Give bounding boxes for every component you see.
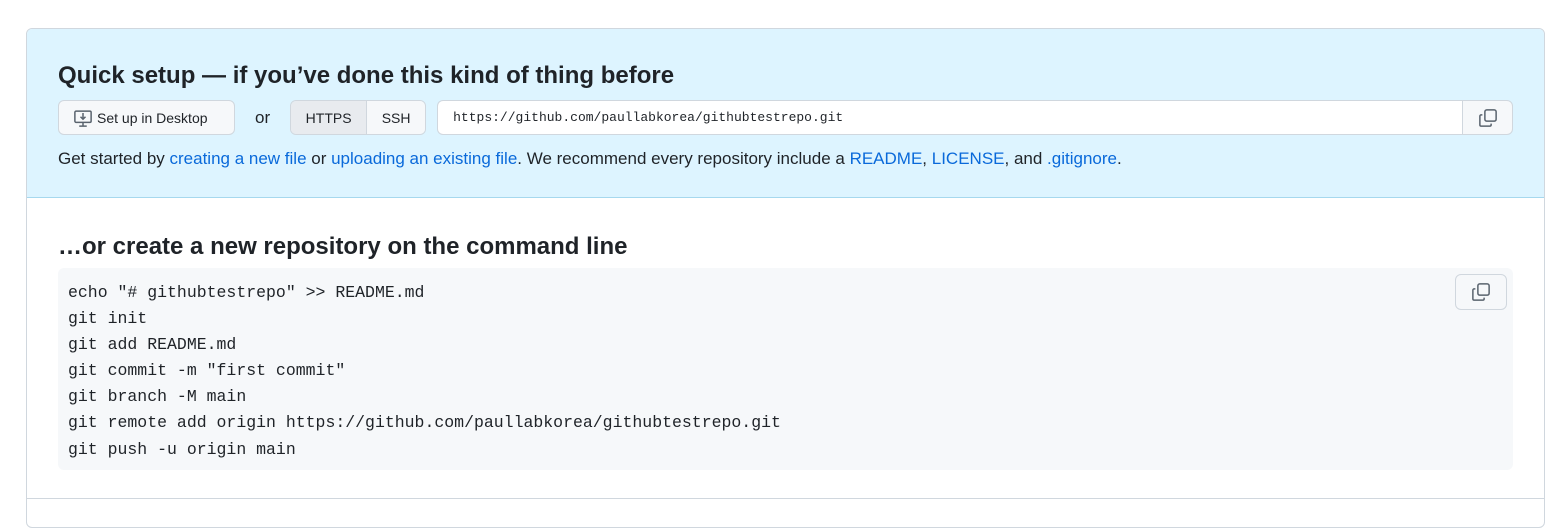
code-line: git init <box>68 309 148 329</box>
uploading-existing-file-link[interactable]: uploading an existing file <box>331 149 517 168</box>
copy-icon <box>1478 108 1498 128</box>
code-line: echo "# githubtestrepo" >> README.md <box>68 283 425 302</box>
setup-in-desktop-button[interactable]: Set up in Desktop <box>58 100 235 135</box>
code-line: git commit -m "first commit" <box>68 361 346 381</box>
hint-or: or <box>306 149 332 168</box>
creating-new-file-link[interactable]: creating a new file <box>170 149 307 168</box>
or-label: or <box>255 107 271 127</box>
quick-setup-title: Quick setup — if you’ve done this kind o… <box>58 62 675 89</box>
quick-setup-row: Set up in Desktop or HTTPS SSH <box>58 100 1513 135</box>
code-line: git remote add origin https://github.com… <box>68 413 781 433</box>
protocol-selector: HTTPS SSH <box>290 100 427 135</box>
clone-url-group <box>437 100 1513 135</box>
setup-in-desktop-label: Set up in Desktop <box>97 109 208 126</box>
hint-recommend: . We recommend every repository include … <box>517 149 850 168</box>
copy-commands-button[interactable] <box>1455 274 1507 310</box>
empty-repo-setup-panel: Quick setup — if you’ve done this kind o… <box>26 28 1545 528</box>
code-line: git push -u origin main <box>68 439 296 459</box>
quick-setup-hint: Get started by creating a new file or up… <box>58 148 1513 170</box>
hint-prefix: Get started by <box>58 149 170 168</box>
protocol-ssh-tab[interactable]: SSH <box>367 101 426 134</box>
hint-and: , and <box>1004 149 1048 168</box>
desktop-download-icon <box>73 108 93 128</box>
license-link[interactable]: LICENSE <box>932 149 1005 168</box>
command-line-title: …or create a new repository on the comma… <box>58 233 628 260</box>
protocol-https-tab[interactable]: HTTPS <box>291 101 368 134</box>
copy-url-button[interactable] <box>1462 100 1513 135</box>
hint-suffix: . <box>1116 149 1122 168</box>
command-code-block: echo "# githubtestrepo" >> README.md git… <box>58 268 1513 470</box>
clone-url-input[interactable] <box>437 100 1462 135</box>
gitignore-link[interactable]: .gitignore <box>1047 149 1117 168</box>
code-line: git branch -M main <box>68 387 247 407</box>
readme-link[interactable]: README <box>850 149 923 168</box>
copy-icon <box>1471 282 1491 302</box>
code-line: git add README.md <box>68 335 237 355</box>
hint-comma: , <box>922 149 932 168</box>
command-line-section: …or create a new repository on the comma… <box>27 198 1544 470</box>
quick-setup-section: Quick setup — if you’ve done this kind o… <box>27 29 1544 198</box>
section-divider <box>27 498 1544 499</box>
